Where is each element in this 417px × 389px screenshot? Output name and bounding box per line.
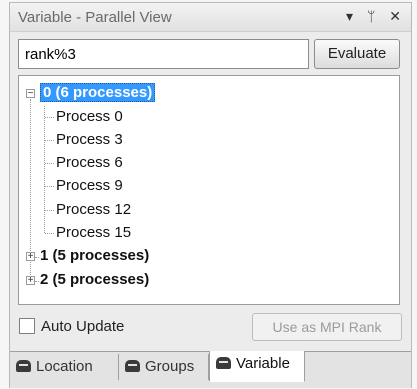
auto-update-label[interactable]: Auto Update bbox=[41, 318, 124, 335]
expand-icon[interactable]: + bbox=[26, 276, 35, 286]
tree-branch bbox=[45, 186, 54, 187]
tree-group-label: 0 (6 processes) bbox=[40, 83, 156, 102]
tree-item-process[interactable]: Process 12 bbox=[56, 201, 131, 218]
tab-groups[interactable]: Groups bbox=[119, 354, 209, 380]
tree-group-1[interactable]: 1 (5 processes) bbox=[40, 247, 149, 264]
collapse-icon[interactable]: − bbox=[26, 89, 35, 99]
process-tree[interactable]: − 0 (6 processes) Process 0 Process 3 Pr… bbox=[18, 75, 400, 305]
variable-tab-icon bbox=[216, 357, 231, 369]
tree-branch bbox=[35, 257, 39, 258]
tab-label: Location bbox=[36, 358, 93, 375]
tree-item-process[interactable]: Process 6 bbox=[56, 154, 123, 171]
location-tab-icon bbox=[16, 360, 31, 372]
tree-item-process[interactable]: Process 0 bbox=[56, 108, 123, 125]
tree-branch bbox=[45, 117, 54, 118]
window-title: Variable - Parallel View bbox=[18, 9, 172, 26]
tree-group-label: 1 (5 processes) bbox=[40, 247, 150, 264]
tree-guide-line bbox=[30, 99, 31, 275]
tree-group-label: 2 (5 processes) bbox=[40, 271, 150, 288]
tab-strip: Location Groups Variable bbox=[10, 351, 411, 388]
title-icons: ▾ ᛘ ✕ bbox=[336, 8, 401, 25]
tree-branch bbox=[35, 281, 39, 282]
tree-group-0[interactable]: 0 (6 processes) bbox=[40, 83, 156, 102]
auto-update-checkbox[interactable] bbox=[19, 318, 35, 334]
expression-input[interactable] bbox=[18, 39, 309, 69]
groups-tab-icon bbox=[125, 360, 140, 372]
tree-group-2[interactable]: 2 (5 processes) bbox=[40, 271, 149, 288]
tree-item-process[interactable]: Process 3 bbox=[56, 131, 123, 148]
pin-icon[interactable]: ᛘ bbox=[367, 8, 375, 24]
expand-icon[interactable]: + bbox=[26, 252, 35, 262]
tree-branch bbox=[45, 140, 54, 141]
dropdown-arrow-icon[interactable]: ▾ bbox=[346, 8, 353, 25]
tree-branch bbox=[45, 163, 54, 164]
title-bar[interactable]: Variable - Parallel View ▾ ᛘ ✕ bbox=[10, 3, 411, 32]
tree-item-process[interactable]: Process 9 bbox=[56, 177, 123, 194]
tree-branch bbox=[45, 210, 54, 211]
evaluate-button[interactable]: Evaluate bbox=[314, 39, 400, 69]
tab-label: Groups bbox=[145, 358, 195, 375]
parallel-view-panel: Variable - Parallel View ▾ ᛘ ✕ Evaluate … bbox=[9, 2, 412, 388]
options-bar: Auto Update Use as MPI Rank bbox=[10, 309, 411, 353]
close-icon[interactable]: ✕ bbox=[389, 8, 401, 25]
tab-location[interactable]: Location bbox=[10, 354, 119, 380]
tab-label: Variable bbox=[236, 355, 290, 372]
tree-guide-line bbox=[44, 106, 45, 233]
tree-item-process[interactable]: Process 15 bbox=[56, 224, 131, 241]
tab-variable[interactable]: Variable bbox=[209, 351, 305, 382]
tree-branch bbox=[45, 233, 54, 234]
use-as-mpi-rank-button[interactable]: Use as MPI Rank bbox=[252, 313, 402, 341]
